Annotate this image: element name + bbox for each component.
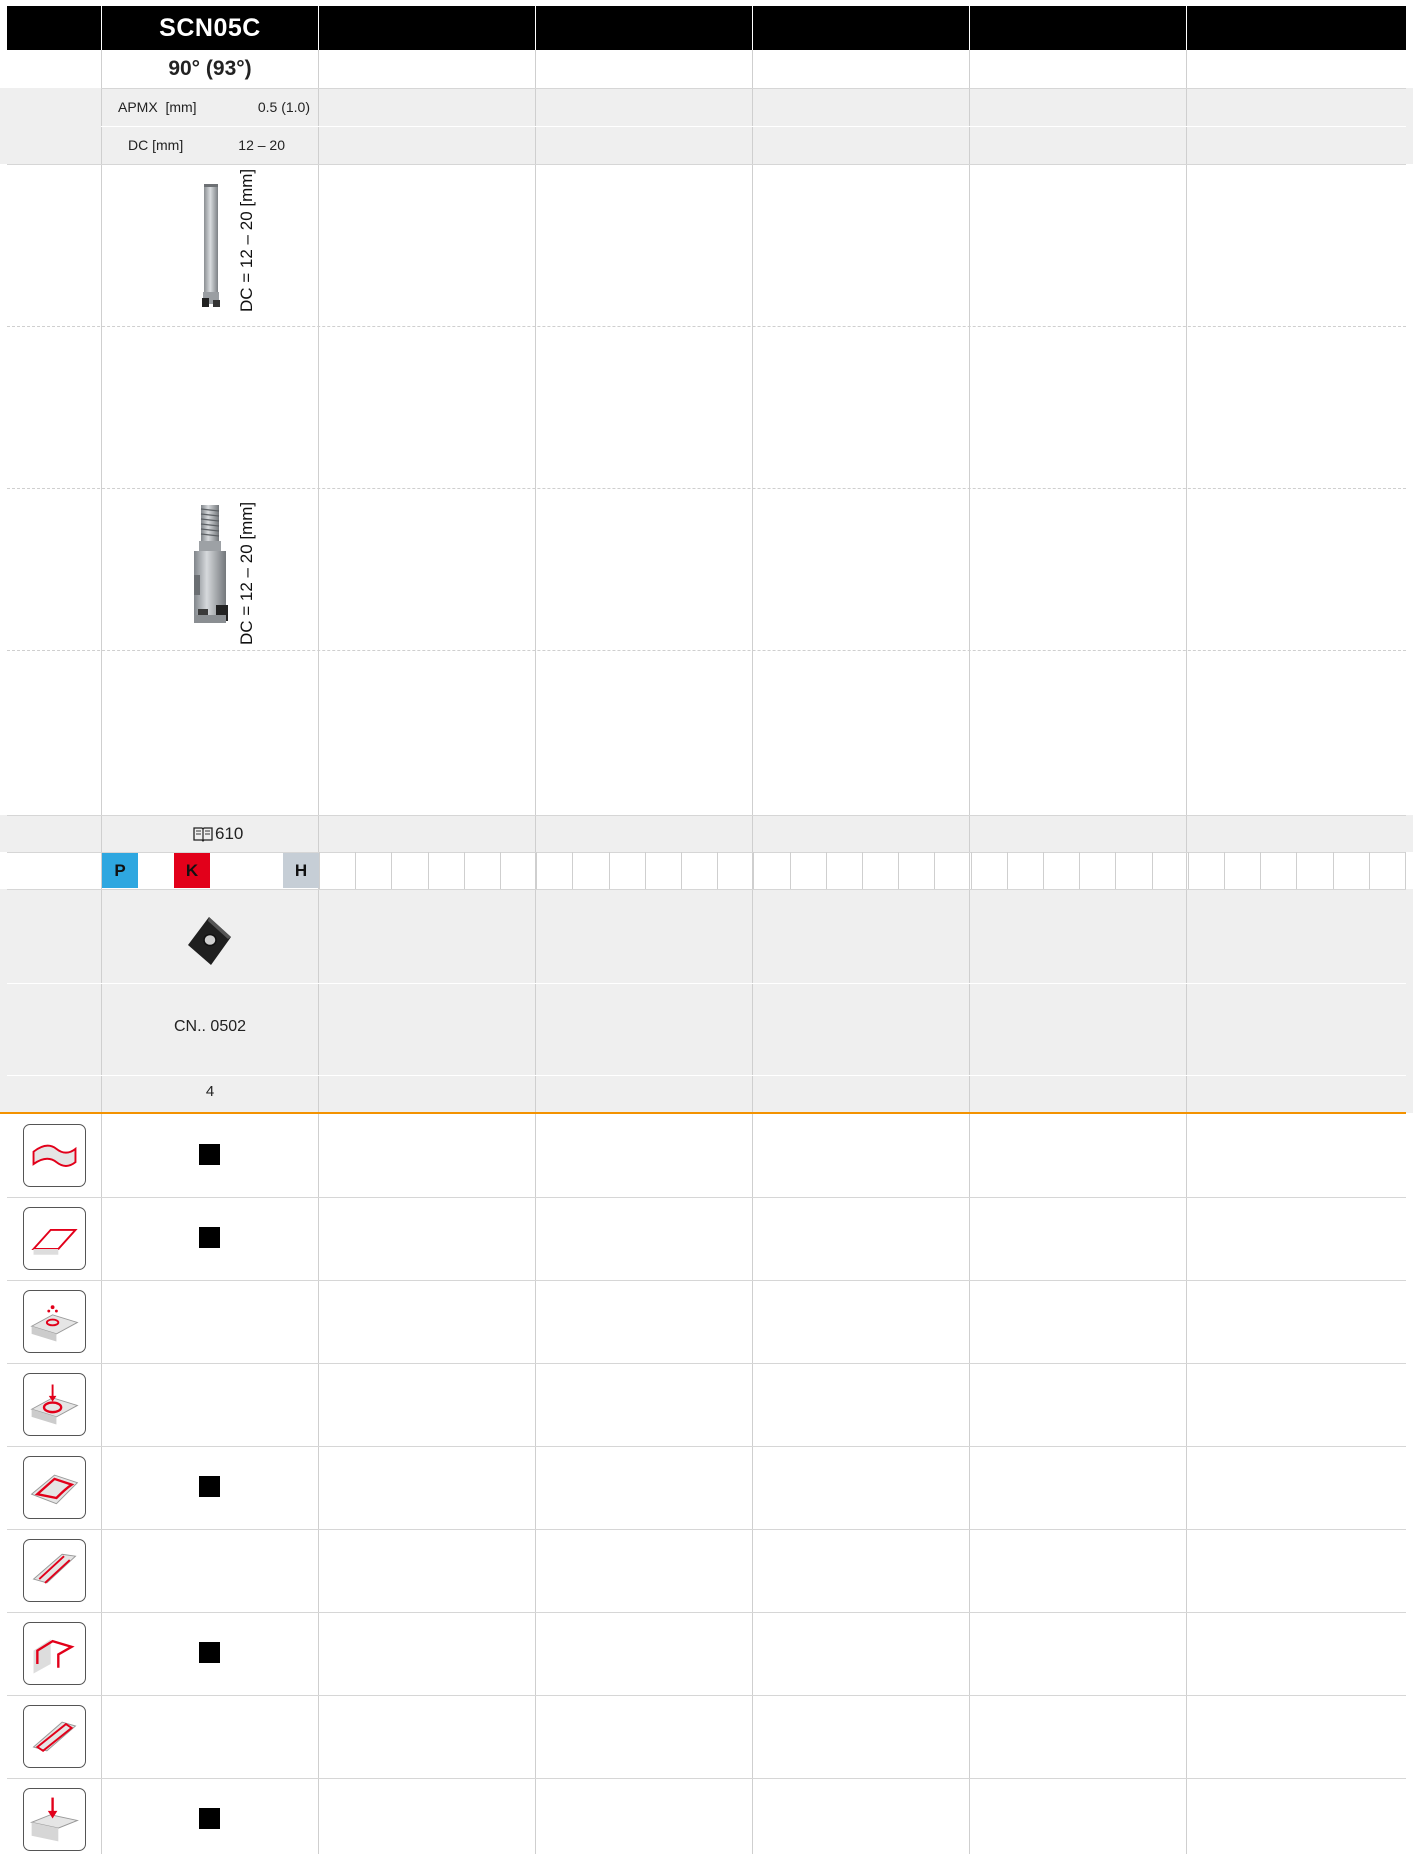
application-row-divider xyxy=(7,1197,1406,1198)
application-row-divider xyxy=(7,1446,1406,1447)
circular-interpolation-icon xyxy=(23,1373,86,1436)
header-bar-left xyxy=(7,6,101,50)
tool-name-title: SCN05C xyxy=(159,14,261,42)
grid-hline xyxy=(7,1075,1406,1076)
header-bar-col2 xyxy=(319,6,535,50)
supported-mark xyxy=(199,1808,220,1829)
material-cell-divider xyxy=(391,852,392,889)
material-cell-divider xyxy=(1224,852,1225,889)
grid-hline xyxy=(7,815,1406,816)
material-cell-divider xyxy=(681,852,682,889)
material-cell-divider xyxy=(500,852,501,889)
material-cell-divider xyxy=(464,852,465,889)
end-mill-screw-in-head-image xyxy=(186,505,236,633)
material-k-badge: K xyxy=(174,853,210,888)
material-cell-divider xyxy=(1188,852,1189,889)
material-cell-divider xyxy=(1369,852,1370,889)
grid-hline xyxy=(7,852,1406,853)
dc-label: DC [mm] xyxy=(128,137,184,153)
grid-vline xyxy=(1186,50,1187,1854)
shoulder-milling-icon xyxy=(23,1622,86,1685)
material-cell-divider xyxy=(862,852,863,889)
application-row-divider xyxy=(7,1612,1406,1613)
book-icon xyxy=(193,826,213,842)
header-bar-col3 xyxy=(536,6,752,50)
application-row-divider xyxy=(7,1363,1406,1364)
apmx-value: 0.5 (1.0) xyxy=(257,99,310,115)
square-insert-image xyxy=(184,915,234,967)
dimension-label-1: DC = 12 – 20 [mm] xyxy=(237,168,256,312)
material-cell-divider xyxy=(428,852,429,889)
slot-milling-icon xyxy=(23,1539,86,1602)
ramping-pocket-icon xyxy=(23,1456,86,1519)
application-row-divider xyxy=(7,1778,1406,1779)
grid-hline xyxy=(101,88,1406,89)
insert-designation: CN.. 0502 xyxy=(173,1018,247,1035)
application-row-divider xyxy=(7,1529,1406,1530)
supported-mark xyxy=(199,1144,220,1165)
page-number: 610 xyxy=(215,824,244,843)
plunge-milling-icon xyxy=(23,1788,86,1851)
header-bar-col5 xyxy=(970,6,1186,50)
material-p-badge: P xyxy=(102,853,138,888)
application-row-divider xyxy=(7,1280,1406,1281)
material-cell-divider xyxy=(717,852,718,889)
material-cell-divider xyxy=(536,852,537,889)
material-cell-divider xyxy=(1333,852,1334,889)
dimension-label-2: DC = 12 – 20 [mm] xyxy=(237,501,256,645)
material-cell-divider xyxy=(1115,852,1116,889)
grid-hline xyxy=(7,164,1406,165)
material-cell-divider xyxy=(1079,852,1080,889)
header-bar-col6 xyxy=(1187,6,1406,50)
grid-dashed-line xyxy=(7,326,1406,327)
material-cell-divider xyxy=(609,852,610,889)
material-cell-divider xyxy=(971,852,972,889)
accent-orange-line xyxy=(0,1112,1406,1114)
supported-mark xyxy=(199,1476,220,1497)
grid-hline xyxy=(7,983,1406,984)
face-milling-contour-icon xyxy=(23,1124,86,1187)
material-cell-divider xyxy=(572,852,573,889)
grid-vline xyxy=(535,50,536,1854)
grid-hline xyxy=(101,126,1406,127)
helical-drilling-icon xyxy=(23,1290,86,1353)
end-mill-cylindrical-shank-image xyxy=(196,184,226,312)
material-cell-divider xyxy=(934,852,935,889)
dc-value: 12 – 20 xyxy=(238,137,285,153)
material-cell-divider xyxy=(790,852,791,889)
angle-label: 90° (93°) xyxy=(168,57,252,80)
grid-hline xyxy=(7,889,1406,890)
apmx-label: APMX [mm] xyxy=(118,99,197,115)
header-bar-col4 xyxy=(753,6,969,50)
grid-dashed-line xyxy=(7,650,1406,651)
grid-vline xyxy=(969,50,970,1854)
material-cell-divider xyxy=(355,852,356,889)
supported-mark xyxy=(199,1227,220,1248)
material-cell-divider xyxy=(1043,852,1044,889)
material-cell-divider xyxy=(1007,852,1008,889)
material-cell-divider xyxy=(645,852,646,889)
material-cell-divider xyxy=(1152,852,1153,889)
edge-chamfer-icon xyxy=(23,1705,86,1768)
material-cell-divider xyxy=(319,852,320,889)
cutting-edges-count: 4 xyxy=(205,1083,215,1100)
material-cell-divider xyxy=(898,852,899,889)
grid-vline xyxy=(318,50,319,1854)
face-milling-icon xyxy=(23,1207,86,1270)
material-cell-divider xyxy=(1296,852,1297,889)
material-h-badge: H xyxy=(283,853,319,888)
material-cell-divider xyxy=(1260,852,1261,889)
grid-vline xyxy=(752,50,753,1854)
grid-dashed-line xyxy=(7,488,1406,489)
grid-vline xyxy=(101,50,102,1854)
supported-mark xyxy=(199,1642,220,1663)
material-cell-divider xyxy=(826,852,827,889)
application-row-divider xyxy=(7,1695,1406,1696)
material-cell-divider xyxy=(753,852,754,889)
material-cell-divider xyxy=(1405,852,1406,889)
